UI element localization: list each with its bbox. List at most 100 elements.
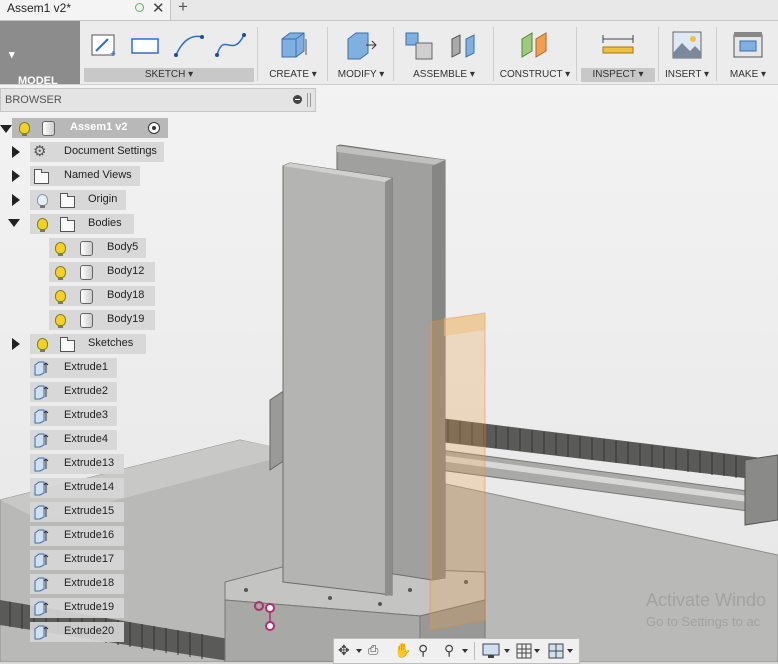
visibility-bulb-icon[interactable] bbox=[55, 290, 66, 304]
chevron-down-icon[interactable] bbox=[504, 649, 510, 653]
visibility-bulb-icon[interactable] bbox=[55, 242, 66, 256]
panel-grip-icon[interactable] bbox=[307, 93, 311, 107]
timeline-feature-extrude[interactable]: Extrude4 bbox=[30, 430, 117, 450]
feature-label: Extrude15 bbox=[64, 505, 115, 517]
svg-text:+: + bbox=[110, 49, 116, 60]
activate-radio-icon[interactable] bbox=[148, 122, 160, 134]
insert-image-icon[interactable] bbox=[670, 29, 704, 61]
modify-menu[interactable]: MODIFY ▾ bbox=[332, 68, 390, 82]
close-tab-icon[interactable]: ✕ bbox=[152, 0, 165, 17]
offset-plane-icon[interactable] bbox=[518, 29, 552, 61]
display-settings-icon[interactable] bbox=[482, 643, 500, 659]
extrude-feature-icon bbox=[34, 577, 49, 592]
construct-menu[interactable]: CONSTRUCT ▾ bbox=[498, 68, 572, 82]
3d-print-icon[interactable] bbox=[731, 29, 765, 61]
timeline-feature-extrude[interactable]: Extrude19 bbox=[30, 598, 124, 618]
feature-label: Extrude13 bbox=[64, 457, 115, 469]
sketch-group[interactable]: + SKETCH ▾ bbox=[84, 21, 254, 84]
timeline-feature-extrude[interactable]: Extrude15 bbox=[30, 502, 124, 522]
toolbar: MODEL ▾ + SKETCH ▾ CREATE ▾ MODIFY ▾ ASS… bbox=[0, 21, 778, 87]
workspace-switcher[interactable]: MODEL ▾ bbox=[0, 21, 80, 87]
timeline-feature-extrude[interactable]: Extrude2 bbox=[30, 382, 117, 402]
visibility-bulb-icon[interactable] bbox=[37, 218, 48, 232]
browser-item-sketches[interactable]: Sketches bbox=[12, 334, 146, 354]
line-icon[interactable] bbox=[172, 29, 206, 61]
body-label: Body5 bbox=[107, 241, 139, 253]
workspace-label: MODEL ▾ bbox=[9, 49, 58, 87]
look-at-icon[interactable]: ⎙ bbox=[368, 642, 378, 658]
extrude-feature-icon bbox=[34, 361, 49, 376]
feature-label: Extrude14 bbox=[64, 481, 115, 493]
viewports-icon[interactable] bbox=[548, 643, 564, 659]
expand-icon[interactable] bbox=[12, 146, 20, 158]
visibility-bulb-icon[interactable] bbox=[55, 314, 66, 328]
sketch-menu[interactable]: SKETCH ▾ bbox=[84, 68, 254, 82]
timeline-feature-extrude[interactable]: Extrude13 bbox=[30, 454, 124, 474]
grid-icon[interactable] bbox=[516, 643, 532, 659]
new-component-icon[interactable] bbox=[402, 29, 436, 61]
visibility-bulb-icon[interactable] bbox=[19, 122, 30, 136]
make-menu[interactable]: MAKE ▾ bbox=[722, 68, 774, 82]
press-pull-icon[interactable] bbox=[344, 29, 378, 61]
gear-icon: ⚙ bbox=[33, 143, 47, 160]
measure-icon[interactable] bbox=[601, 29, 635, 61]
zoom-icon[interactable]: ⚲ bbox=[418, 642, 428, 658]
folder-icon bbox=[34, 169, 49, 184]
collapse-browser-icon[interactable] bbox=[293, 95, 302, 104]
timeline-feature-extrude[interactable]: Extrude18 bbox=[30, 574, 124, 594]
inspect-group[interactable]: INSPECT ▾ bbox=[581, 21, 655, 84]
visibility-bulb-icon[interactable] bbox=[55, 266, 66, 280]
modify-group[interactable]: MODIFY ▾ bbox=[332, 21, 390, 84]
timeline-feature-extrude[interactable]: Extrude20 bbox=[30, 622, 124, 642]
spline-icon[interactable] bbox=[214, 29, 248, 61]
chevron-down-icon[interactable] bbox=[356, 649, 362, 653]
inspect-menu[interactable]: INSPECT ▾ bbox=[581, 68, 655, 82]
visibility-bulb-icon[interactable] bbox=[37, 194, 48, 208]
body-icon bbox=[80, 289, 93, 304]
browser-item-body[interactable]: Body18 bbox=[49, 286, 155, 306]
insert-menu[interactable]: INSERT ▾ bbox=[662, 68, 712, 82]
browser-item-body[interactable]: Body19 bbox=[49, 310, 155, 330]
expand-icon[interactable] bbox=[12, 338, 20, 350]
extrude-feature-icon bbox=[34, 385, 49, 400]
browser-item-body[interactable]: Body12 bbox=[49, 262, 155, 282]
construct-group[interactable]: CONSTRUCT ▾ bbox=[498, 21, 572, 84]
timeline-feature-extrude[interactable]: Extrude1 bbox=[30, 358, 117, 378]
orbit-icon[interactable]: ✥ bbox=[338, 642, 350, 658]
joint-icon[interactable] bbox=[446, 29, 480, 61]
activation-watermark-hint: Go to Settings to ac bbox=[646, 614, 761, 629]
chevron-down-icon[interactable] bbox=[462, 649, 468, 653]
pan-icon[interactable]: ✋ bbox=[394, 642, 411, 658]
assemble-group[interactable]: ASSEMBLE ▾ bbox=[398, 21, 490, 84]
assemble-menu[interactable]: ASSEMBLE ▾ bbox=[398, 68, 490, 82]
rectangle-icon[interactable] bbox=[128, 29, 162, 61]
make-group[interactable]: MAKE ▾ bbox=[722, 21, 774, 84]
timeline-feature-extrude[interactable]: Extrude16 bbox=[30, 526, 124, 546]
timeline-feature-extrude[interactable]: Extrude17 bbox=[30, 550, 124, 570]
fit-view-icon[interactable]: ⚲ bbox=[444, 642, 454, 658]
insert-group[interactable]: INSERT ▾ bbox=[662, 21, 712, 84]
visibility-bulb-icon[interactable] bbox=[37, 338, 48, 352]
timeline-feature-extrude[interactable]: Extrude14 bbox=[30, 478, 124, 498]
browser-item-origin[interactable]: Origin bbox=[12, 190, 126, 210]
collapse-icon[interactable] bbox=[8, 219, 20, 227]
new-tab-button[interactable]: + bbox=[178, 0, 188, 17]
expand-icon[interactable] bbox=[12, 194, 20, 206]
chevron-down-icon[interactable] bbox=[534, 649, 540, 653]
create-sketch-icon[interactable]: + bbox=[88, 29, 122, 61]
browser-header[interactable]: BROWSER bbox=[0, 88, 316, 112]
browser-item-bodies[interactable]: Bodies bbox=[8, 214, 134, 234]
create-group[interactable]: CREATE ▾ bbox=[262, 21, 324, 84]
timeline-feature-extrude[interactable]: Extrude3 bbox=[30, 406, 117, 426]
toolbar-divider bbox=[576, 27, 577, 81]
browser-item-body[interactable]: Body5 bbox=[49, 238, 146, 258]
expand-icon[interactable] bbox=[12, 170, 20, 182]
browser-item-document-settings[interactable]: ⚙ Document Settings bbox=[12, 142, 164, 162]
document-tab[interactable]: Assem1 v2* ✕ bbox=[0, 0, 171, 20]
chevron-down-icon[interactable] bbox=[567, 649, 573, 653]
browser-root-node[interactable]: Assem1 v2 bbox=[0, 118, 168, 138]
extrude-icon[interactable] bbox=[276, 29, 310, 61]
collapse-root-icon[interactable] bbox=[0, 125, 12, 133]
browser-item-named-views[interactable]: Named Views bbox=[12, 166, 140, 186]
create-menu[interactable]: CREATE ▾ bbox=[262, 68, 324, 82]
